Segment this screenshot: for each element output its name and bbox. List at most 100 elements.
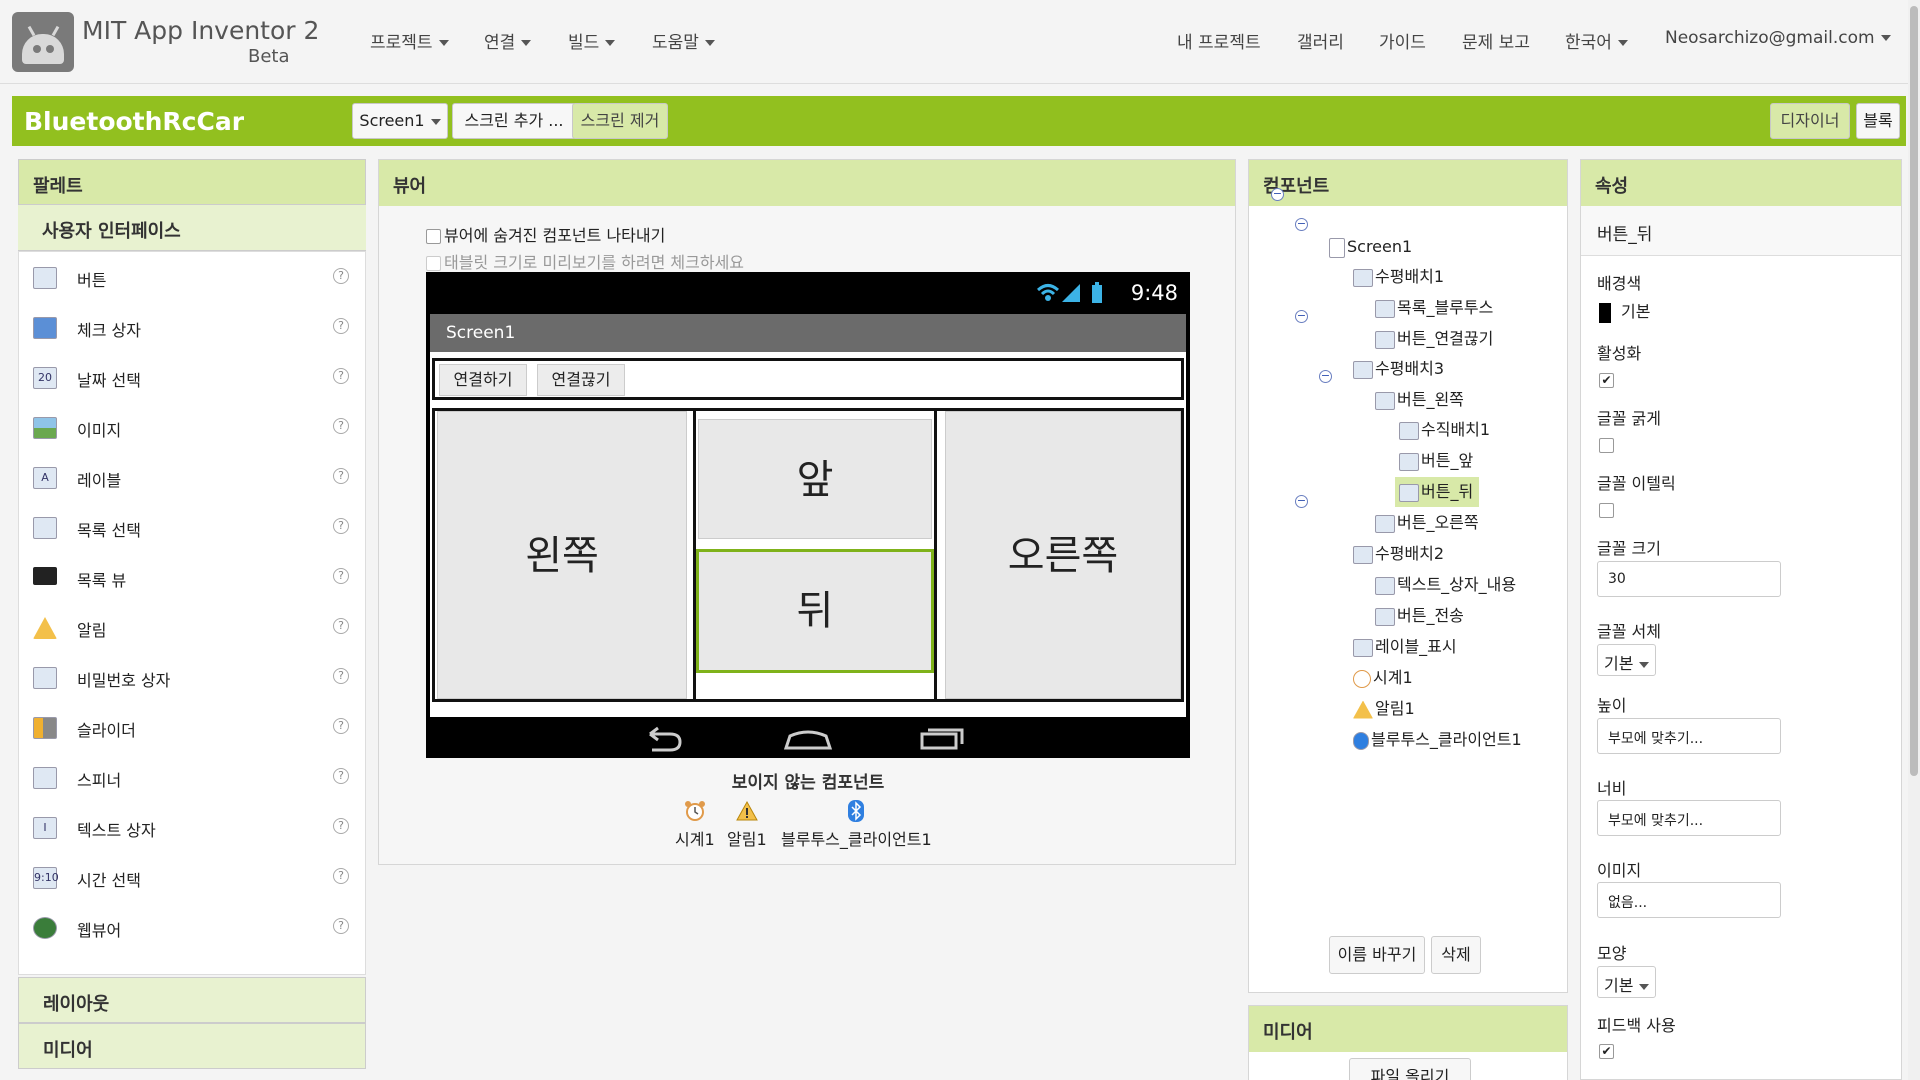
palette-category-layout[interactable]: 레이아웃 xyxy=(18,977,366,1023)
horizontal-arrangement-3[interactable]: 왼쪽 앞 뒤 오른쪽 xyxy=(432,408,1184,702)
help-icon[interactable]: ? xyxy=(333,618,349,634)
help-icon[interactable]: ? xyxy=(333,268,349,284)
help-icon[interactable]: ? xyxy=(333,318,349,334)
help-icon[interactable]: ? xyxy=(333,368,349,384)
palette-item[interactable]: A 레이블? xyxy=(19,452,365,502)
palette-item[interactable]: 체크 상자? xyxy=(19,302,365,352)
palette-category-user-interface[interactable]: 사용자 인터페이스 xyxy=(18,205,366,251)
help-icon[interactable]: ? xyxy=(333,818,349,834)
feedback-checkbox[interactable]: ✔ xyxy=(1599,1044,1614,1059)
palette-item[interactable]: 20 날짜 선택? xyxy=(19,352,365,402)
font-italic-checkbox[interactable] xyxy=(1599,503,1614,518)
left-button[interactable]: 왼쪽 xyxy=(437,411,687,699)
show-hidden-components-option[interactable]: 뷰어에 숨겨진 컴포넌트 나타내기 xyxy=(426,222,665,246)
component-tree-item[interactable]: 버튼_연결끊기 xyxy=(1375,324,1493,354)
component-tree-item[interactable]: 버튼_왼쪽 xyxy=(1375,385,1464,415)
show-hidden-checkbox[interactable] xyxy=(426,229,441,244)
palette-item[interactable]: 버튼? xyxy=(19,252,365,302)
help-icon[interactable]: ? xyxy=(333,518,349,534)
help-icon[interactable]: ? xyxy=(333,868,349,884)
palette-item[interactable]: 웹뷰어? xyxy=(19,902,365,952)
width-input[interactable]: 부모에 맞추기... xyxy=(1597,800,1781,836)
link-guide[interactable]: 가이드 xyxy=(1379,28,1426,53)
height-input[interactable]: 부모에 맞추기... xyxy=(1597,718,1781,754)
menu-connect[interactable]: 연결 xyxy=(484,28,532,53)
back-button[interactable]: 뒤 xyxy=(696,549,934,673)
help-icon[interactable]: ? xyxy=(333,768,349,784)
front-button[interactable]: 앞 xyxy=(698,419,932,539)
add-screen-button[interactable]: 스크린 추가 ... xyxy=(452,103,576,139)
component-tree-item[interactable]: 목록_블루투스 xyxy=(1375,293,1493,323)
image-input[interactable]: 없음... xyxy=(1597,882,1781,918)
component-tree-item[interactable]: 버튼_전송 xyxy=(1375,601,1464,631)
help-icon[interactable]: ? xyxy=(333,568,349,584)
palette-item[interactable]: 9:10 시간 선택? xyxy=(19,852,365,902)
help-icon[interactable]: ? xyxy=(333,718,349,734)
collapse-toggle-icon[interactable]: − xyxy=(1295,218,1308,231)
enabled-checkbox[interactable]: ✔ xyxy=(1599,373,1614,388)
disconnect-button[interactable]: 연결끊기 xyxy=(537,364,625,396)
tablet-preview-checkbox[interactable] xyxy=(426,256,441,271)
right-button[interactable]: 오른쪽 xyxy=(945,411,1181,699)
component-tree-item[interactable]: 레이블_표시 xyxy=(1353,632,1457,662)
help-icon[interactable]: ? xyxy=(333,918,349,934)
link-my-projects[interactable]: 내 프로젝트 xyxy=(1177,28,1261,53)
component-tree-item[interactable]: 버튼_뒤 xyxy=(1395,477,1480,507)
rename-button[interactable]: 이름 바꾸기 xyxy=(1329,936,1425,974)
link-report-issue[interactable]: 문제 보고 xyxy=(1462,28,1530,53)
palette-item[interactable]: 알림? xyxy=(19,602,365,652)
app-inventor-logo[interactable] xyxy=(12,12,74,72)
help-icon[interactable]: ? xyxy=(333,468,349,484)
component-tree-item[interactable]: Screen1 xyxy=(1329,232,1412,262)
palette-item[interactable]: I 텍스트 상자? xyxy=(19,802,365,852)
link-gallery[interactable]: 갤러리 xyxy=(1297,28,1344,53)
page-scrollbar-thumb[interactable] xyxy=(1910,6,1918,776)
font-bold-checkbox[interactable] xyxy=(1599,438,1614,453)
typeface-select[interactable]: 기본 xyxy=(1597,644,1657,676)
tablet-preview-option[interactable]: 태블릿 크기로 미리보기를 하려면 체크하세요 xyxy=(426,249,744,273)
palette-item[interactable]: 슬라이더? xyxy=(19,702,365,752)
palette-item[interactable]: 스피너? xyxy=(19,752,365,802)
menu-build[interactable]: 빌드 xyxy=(568,28,616,53)
menu-project[interactable]: 프로젝트 xyxy=(370,28,449,53)
palette-item[interactable]: 이미지? xyxy=(19,402,365,452)
collapse-toggle-icon[interactable]: − xyxy=(1271,188,1284,201)
palette-item[interactable]: 목록 선택? xyxy=(19,502,365,552)
vertical-arrangement-1[interactable]: 앞 뒤 xyxy=(693,411,937,699)
palette-item[interactable]: 목록 뷰? xyxy=(19,552,365,602)
component-tree-item[interactable]: 시계1 xyxy=(1353,663,1413,693)
connect-button[interactable]: 연결하기 xyxy=(439,364,527,396)
upload-file-button[interactable]: 파일 올리기 xyxy=(1349,1058,1471,1080)
horizontal-arrangement-1[interactable]: 연결하기 연결끊기 xyxy=(432,358,1184,400)
background-color-picker[interactable]: 기본 xyxy=(1599,298,1650,323)
invisible-bluetooth[interactable]: 블루투스_클라이언트1 xyxy=(781,800,932,850)
component-tree-item[interactable]: 텍스트_상자_내용 xyxy=(1375,570,1516,600)
component-tree-item[interactable]: 알림1 xyxy=(1353,694,1415,724)
account-menu[interactable]: Neosarchizo@gmail.com xyxy=(1665,28,1891,48)
shape-select[interactable]: 기본 xyxy=(1597,966,1657,998)
font-size-input[interactable]: 30 xyxy=(1597,561,1781,597)
delete-button[interactable]: 삭제 xyxy=(1431,936,1481,974)
component-tree-item[interactable]: 수직배치1 xyxy=(1399,415,1490,445)
component-tree-item[interactable]: 블루투스_클라이언트1 xyxy=(1353,725,1522,755)
help-icon[interactable]: ? xyxy=(333,418,349,434)
menu-help[interactable]: 도움말 xyxy=(652,28,715,53)
remove-screen-button[interactable]: 스크린 제거 xyxy=(572,103,668,139)
palette-category-media[interactable]: 미디어 xyxy=(18,1023,366,1069)
blocks-button[interactable]: 블록 xyxy=(1856,103,1900,139)
component-tree-item[interactable]: 버튼_오른쪽 xyxy=(1375,508,1479,538)
collapse-toggle-icon[interactable]: − xyxy=(1295,495,1308,508)
designer-button[interactable]: 디자이너 xyxy=(1770,103,1850,139)
invisible-clock[interactable]: 시계1 xyxy=(675,800,715,850)
collapse-toggle-icon[interactable]: − xyxy=(1295,310,1308,323)
component-tree-item[interactable]: 수평배치2 xyxy=(1353,539,1444,569)
collapse-toggle-icon[interactable]: − xyxy=(1319,370,1332,383)
component-tree-item[interactable]: 수평배치3 xyxy=(1353,354,1444,384)
language-menu[interactable]: 한국어 xyxy=(1565,28,1628,53)
help-icon[interactable]: ? xyxy=(333,668,349,684)
invisible-notifier[interactable]: 알림1 xyxy=(727,800,767,850)
screen-select[interactable]: Screen1 xyxy=(352,103,448,139)
palette-item[interactable]: 비밀번호 상자? xyxy=(19,652,365,702)
component-tree-item[interactable]: 버튼_앞 xyxy=(1399,446,1473,476)
component-tree-item[interactable]: 수평배치1 xyxy=(1353,262,1444,292)
